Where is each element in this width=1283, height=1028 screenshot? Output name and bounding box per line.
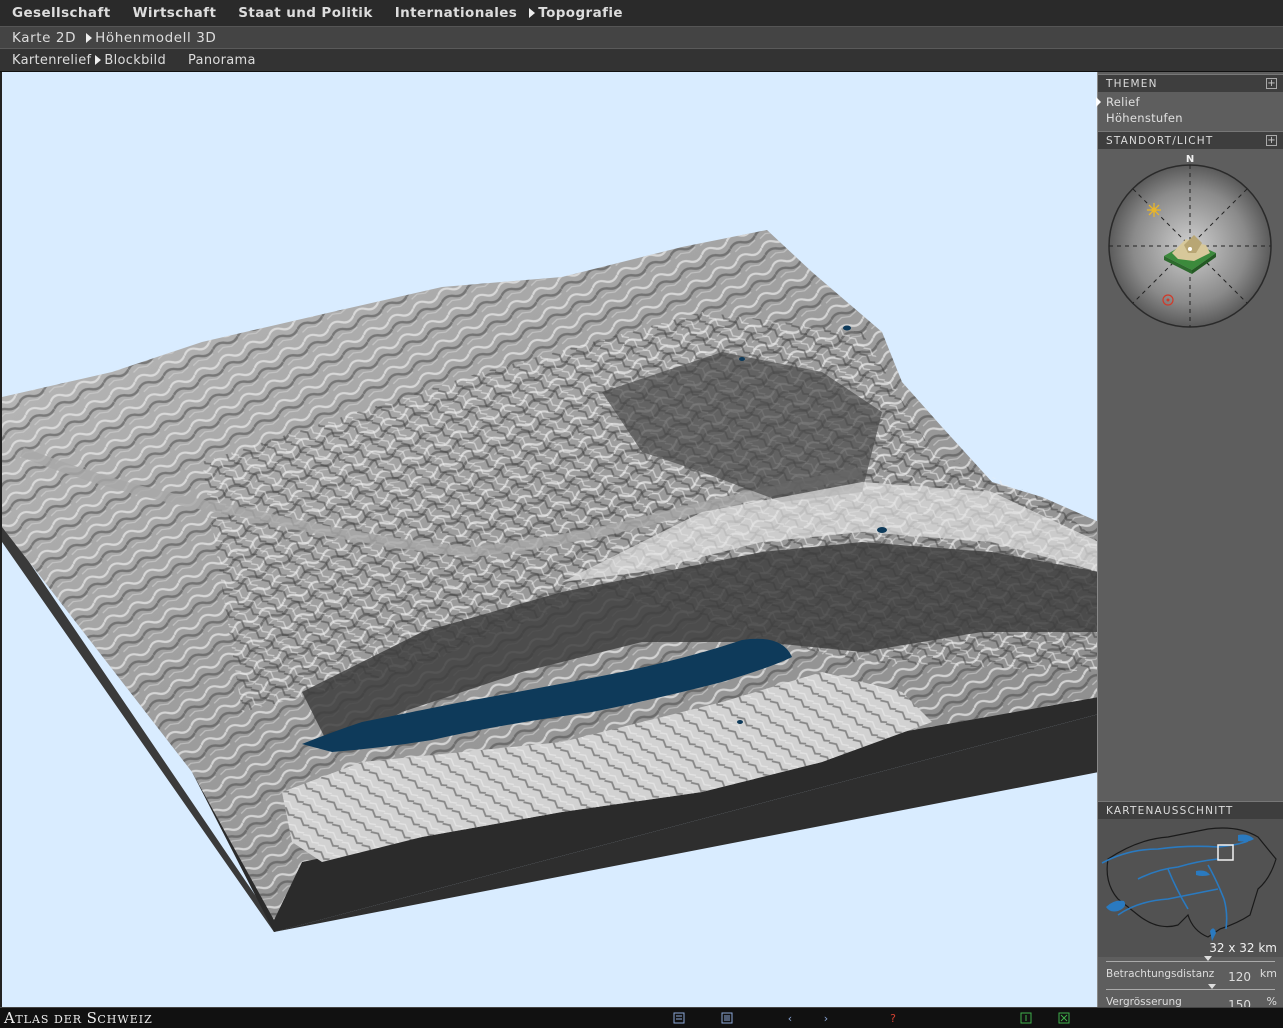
view-blockbild-wrap[interactable]: Blockbild <box>95 53 188 68</box>
nav-topografie[interactable]: Topografie <box>538 5 623 21</box>
expand-icon[interactable]: + <box>1266 78 1277 89</box>
forward-icon[interactable]: › <box>819 1011 833 1025</box>
map-section-header: KARTENAUSSCHNITT <box>1098 801 1283 819</box>
block-diagram-view[interactable] <box>0 72 1097 1007</box>
footer-bar: ATLAS DER SCHWEIZ ‹ › ? <box>0 1007 1283 1028</box>
sun-icon[interactable] <box>1147 203 1161 217</box>
overview-map[interactable]: 32 x 32 km <box>1098 819 1283 957</box>
nav-staat-politik[interactable]: Staat und Politik <box>226 5 372 21</box>
list-icon[interactable] <box>720 1011 734 1025</box>
legend-icon[interactable] <box>672 1011 686 1025</box>
themes-header: THEMEN + <box>1098 74 1283 92</box>
themes-title: THEMEN <box>1106 77 1158 90</box>
compass-north-label: N <box>1186 154 1194 165</box>
location-header: STANDORT/LICHT + <box>1098 131 1283 149</box>
main-nav: Gesellschaft Wirtschaft Staat und Politi… <box>0 0 1283 27</box>
back-icon[interactable]: ‹ <box>783 1011 797 1025</box>
selected-arrow-icon <box>529 8 536 18</box>
nav-topografie-wrap[interactable]: Topografie <box>519 5 633 21</box>
selected-arrow-icon <box>95 55 102 65</box>
zoom-knob[interactable] <box>1208 984 1216 989</box>
lake-geneva <box>1106 900 1126 912</box>
help-icon[interactable]: ? <box>886 1011 900 1025</box>
distance-knob[interactable] <box>1204 956 1212 961</box>
distance-unit: km <box>1259 967 1277 980</box>
terrain-block[interactable] <box>2 72 1097 1007</box>
compass[interactable]: N <box>1098 149 1283 329</box>
map-scale-label: 32 x 32 km <box>1209 941 1277 955</box>
small-lake <box>737 720 743 724</box>
zoom-track[interactable] <box>1106 989 1275 990</box>
page-icon[interactable] <box>1019 1011 1033 1025</box>
small-lake <box>843 325 851 331</box>
sub-nav: Karte 2D Höhenmodell 3D <box>0 27 1283 49</box>
nav-hoehenmodell-wrap[interactable]: Höhenmodell 3D <box>86 30 218 46</box>
nav-hoehenmodell-3d[interactable]: Höhenmodell 3D <box>95 30 216 46</box>
nav-karte-2d[interactable]: Karte 2D <box>0 30 76 46</box>
view-nav: Kartenrelief Blockbild Panorama <box>0 49 1283 72</box>
switzerland-map[interactable] <box>1098 819 1283 957</box>
theme-relief[interactable]: Relief <box>1096 94 1283 110</box>
rivers <box>1101 840 1249 930</box>
location-title: STANDORT/LICHT <box>1106 134 1214 147</box>
distance-value: 120 <box>1228 970 1251 984</box>
sidebar: THEMEN + Relief Höhenstufen STANDORT/LIC… <box>1096 72 1283 1012</box>
lake-maggiore <box>1210 928 1216 941</box>
distance-control[interactable]: Betrachtungsdistanz 120 km <box>1098 956 1283 985</box>
nav-internationales[interactable]: Internationales <box>383 5 518 21</box>
map-section-title: KARTENAUSSCHNITT <box>1106 804 1234 817</box>
distance-label: Betrachtungsdistanz <box>1106 968 1215 980</box>
small-lake <box>877 527 887 533</box>
distance-track[interactable] <box>1106 961 1275 962</box>
nav-wirtschaft[interactable]: Wirtschaft <box>121 5 217 21</box>
selected-arrow-icon <box>86 32 93 43</box>
compass-control[interactable]: N <box>1098 149 1283 329</box>
small-lake <box>739 357 745 361</box>
nav-gesellschaft[interactable]: Gesellschaft <box>0 5 111 21</box>
expand-icon[interactable]: + <box>1266 135 1277 146</box>
close-icon[interactable] <box>1057 1011 1071 1025</box>
view-blockbild[interactable]: Blockbild <box>104 53 166 68</box>
lake-lucerne <box>1196 870 1210 876</box>
brand-logo: ATLAS DER SCHWEIZ <box>4 1009 153 1027</box>
view-kartenrelief[interactable]: Kartenrelief <box>0 53 91 68</box>
country-outline <box>1106 827 1277 938</box>
theme-hoehenstufen[interactable]: Höhenstufen <box>1098 110 1283 126</box>
lake-constance <box>1238 834 1254 842</box>
view-panorama[interactable]: Panorama <box>188 53 256 68</box>
themes-list: Relief Höhenstufen <box>1096 92 1283 131</box>
